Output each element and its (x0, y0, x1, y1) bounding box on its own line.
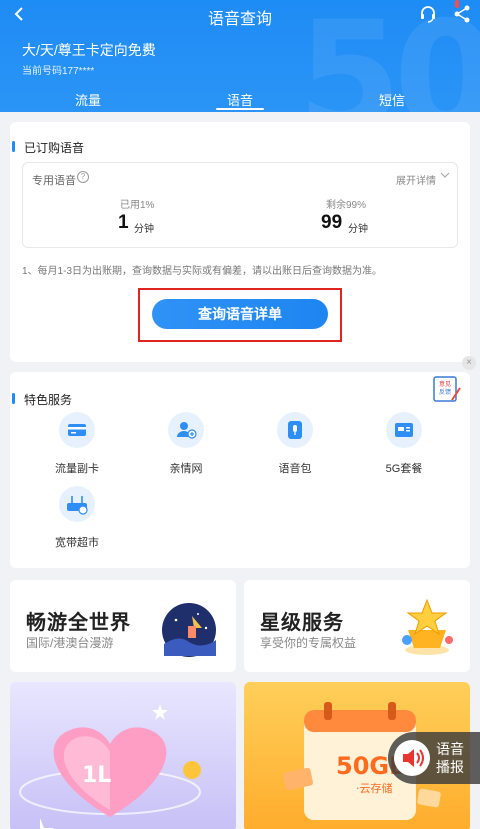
banner-right-small: ·云存储 (356, 781, 393, 795)
voice-broadcast-button[interactable]: 语音 播报 (388, 732, 480, 784)
remaining-minutes-value: 99 (321, 212, 343, 233)
service-label: 5G套餐 (385, 463, 423, 475)
section-title-subscribed: 已订购语音 (24, 141, 85, 155)
service-item-family-network[interactable]: 亲情网 (146, 412, 226, 476)
svg-text:反馈: 反馈 (439, 388, 451, 396)
service-item-voice-pack[interactable]: 语音包 (255, 412, 335, 476)
section-title-services: 特色服务 (24, 393, 73, 407)
family-icon (168, 412, 204, 448)
tab-bar: 流量 语音 短信 (0, 86, 480, 112)
service-label: 流量副卡 (55, 463, 99, 475)
section-accent-bar (12, 393, 15, 404)
expand-details-link[interactable]: 展开详情 (396, 172, 436, 187)
promo-subtitle: 享受你的专属权益 (260, 636, 357, 650)
notification-badge (455, 0, 459, 8)
router-icon (59, 486, 95, 522)
billing-note: 1、每月1-3日为出账期，查询数据与实际或有偏差，请以出账日后查询数据为准。 (22, 266, 383, 277)
voice-broadcast-line2: 播报 (436, 759, 464, 775)
section-accent-bar (12, 141, 15, 152)
tab-voice[interactable]: 语音 (210, 90, 270, 109)
help-icon[interactable]: ? (77, 171, 89, 183)
close-icon[interactable]: × (462, 356, 476, 370)
service-item-data-subcard[interactable]: 流量副卡 (37, 412, 117, 476)
plan-name[interactable]: 大/天/尊王卡定向免费 (22, 40, 156, 60)
query-voice-details-button[interactable]: 查询语音详单 (152, 299, 328, 329)
promo-subtitle: 国际/港澳台漫游 (26, 636, 114, 650)
promo-title: 畅游全世界 (26, 612, 131, 634)
promo-banner-heart[interactable]: 1L (10, 682, 236, 829)
used-minutes-unit: 分钟 (134, 224, 154, 235)
promo-star-service[interactable]: 星级服务 享受你的专属权益 (244, 580, 470, 672)
used-percent-label: 已用1% (120, 200, 155, 211)
chevron-down-icon[interactable] (440, 170, 450, 180)
speaker-icon (394, 740, 430, 776)
voice-broadcast-line1: 语音 (436, 741, 464, 757)
feedback-icon[interactable]: 意见 反馈 (432, 374, 462, 404)
promo-title: 星级服务 (260, 612, 344, 634)
voice-broadcast-label: 语音 播报 (436, 740, 476, 776)
card-icon (59, 412, 95, 448)
svg-text:意见: 意见 (439, 380, 451, 388)
promo-roaming[interactable]: 畅游全世界 国际/港澳台漫游 (10, 580, 236, 672)
service-item-broadband-market[interactable]: 宽带超市 (37, 486, 117, 550)
star-trophy-illustration (402, 598, 453, 655)
current-phone-number: 当前号码177**** (22, 66, 95, 77)
service-label: 亲情网 (169, 463, 203, 475)
microphone-icon (277, 412, 313, 448)
service-label: 语音包 (278, 463, 312, 475)
service-label: 宽带超市 (55, 537, 99, 549)
page-title: 语音查询 (207, 11, 272, 28)
header: 50 语音查询 大/天/尊王卡定向免费 › 当前号码177**** 流量 语音 … (0, 0, 480, 112)
5g-card-icon (386, 412, 422, 448)
chevron-right-icon[interactable]: › (145, 41, 149, 56)
used-minutes-value: 1 (118, 212, 129, 233)
customer-service-icon[interactable] (418, 4, 438, 24)
remaining-percent-label: 剩余99% (326, 200, 367, 211)
remaining-minutes-unit: 分钟 (348, 224, 368, 235)
active-tab-indicator (216, 108, 264, 110)
top-bar: 语音查询 (0, 0, 480, 30)
voice-type-label: 专用语音 (32, 175, 76, 187)
night-globe-illustration (162, 603, 216, 657)
tab-data[interactable]: 流量 (58, 90, 118, 109)
service-item-5g-plan[interactable]: 5G套餐 (364, 412, 444, 476)
heart-illustration: 1L (19, 704, 201, 829)
banner-left-text: 1L (82, 763, 111, 788)
tab-sms[interactable]: 短信 (362, 90, 422, 109)
